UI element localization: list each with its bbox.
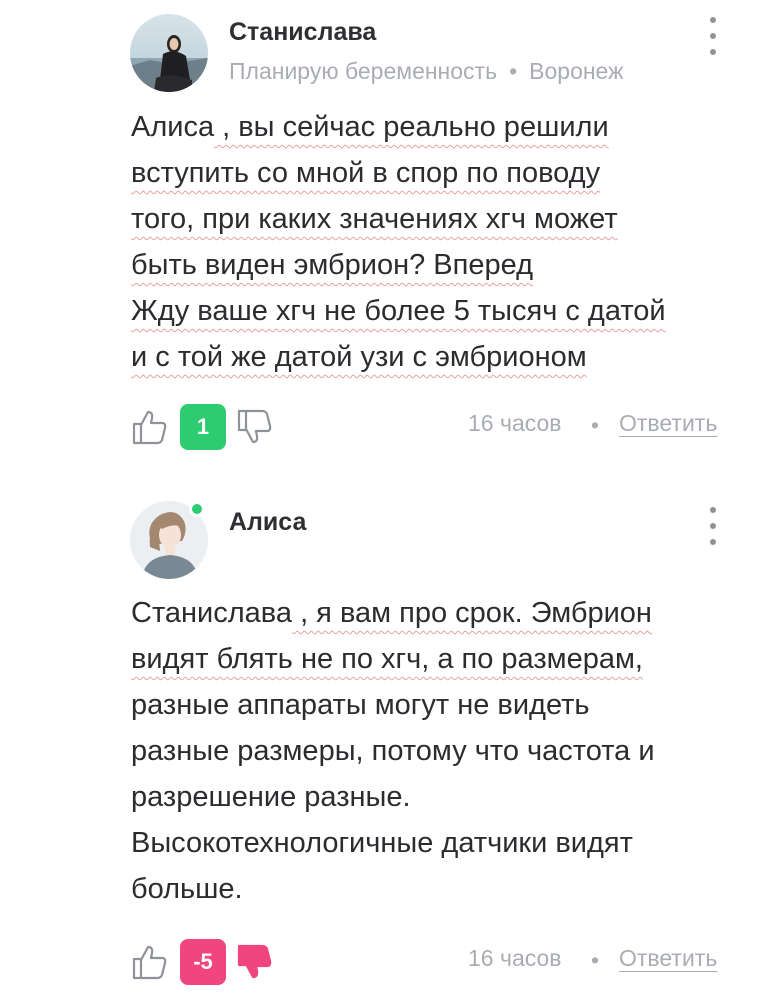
- text-line: , вы сейчас реально решили: [214, 111, 609, 143]
- author-name[interactable]: Алиса: [229, 508, 306, 537]
- comment-actions: 1 16 часов • Ответить: [0, 402, 764, 452]
- text-line: , я вам про срок. Эмбрион: [292, 597, 652, 629]
- vote-score: 1: [180, 404, 226, 450]
- text-line: видят блять не по хгч, а по размерам,: [131, 643, 643, 675]
- avatar-photo: [130, 14, 208, 92]
- thumbs-down-icon[interactable]: [236, 408, 274, 446]
- author-name[interactable]: Станислава: [229, 18, 376, 47]
- comment-text: Станислава , я вам про срок. Эмбрион вид…: [131, 590, 741, 912]
- author-meta: Планирую беременность • Воронеж: [229, 58, 623, 85]
- mention-link[interactable]: Алиса: [131, 111, 214, 143]
- author-status: Планирую беременность: [229, 58, 498, 84]
- thumbs-up-icon[interactable]: [131, 408, 169, 446]
- text-line: быть виден эмбрион? Вперед: [131, 249, 534, 281]
- online-indicator: [189, 501, 205, 517]
- comment-time: 16 часов: [468, 945, 562, 971]
- more-options-icon[interactable]: [706, 507, 720, 545]
- time-separator: •: [591, 412, 600, 438]
- comment-actions: -5 16 часов • Ответить: [0, 937, 764, 987]
- meta-separator: •: [509, 58, 518, 84]
- time-separator: •: [591, 947, 600, 973]
- reply-link[interactable]: Ответить: [619, 945, 717, 972]
- vote-score: -5: [180, 939, 226, 985]
- text-line: разрешение разные.: [131, 781, 411, 813]
- comment-text: Алиса , вы сейчас реально решили вступит…: [131, 104, 741, 380]
- text-line: того, при каких значениях хгч может: [131, 203, 618, 235]
- thumbs-up-icon[interactable]: [131, 943, 169, 981]
- text-line: разные размеры, потому что частота и: [131, 735, 655, 767]
- author-city: Воронеж: [529, 58, 624, 84]
- more-options-icon[interactable]: [706, 17, 720, 55]
- text-line: и с той же датой узи с эмбрионом: [131, 341, 587, 373]
- comment-time: 16 часов: [468, 410, 562, 436]
- mention-link[interactable]: Станислава: [131, 597, 292, 629]
- text-line: Высокотехнологичные датчики видят: [131, 827, 633, 859]
- text-line: больше.: [131, 873, 243, 905]
- thumbs-down-icon[interactable]: [236, 943, 274, 981]
- text-line: Жду ваше хгч не более 5 тысяч с датой: [131, 295, 666, 327]
- text-line: разные аппараты могут не видеть: [131, 689, 590, 721]
- text-line: вступить со мной в спор по поводу: [131, 157, 601, 189]
- reply-link[interactable]: Ответить: [619, 410, 717, 437]
- comments-feed: Станислава Планирую беременность • Воронеж…: [0, 0, 764, 1000]
- avatar[interactable]: [130, 14, 208, 92]
